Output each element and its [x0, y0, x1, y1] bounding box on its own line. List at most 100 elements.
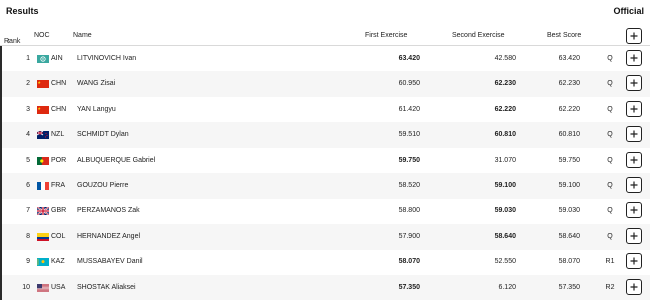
expand-row-button[interactable] [626, 151, 642, 168]
second-exercise-score: 31.070 [494, 156, 516, 164]
athlete-name[interactable]: WANG Zisai [77, 80, 115, 87]
plus-icon [630, 105, 638, 113]
qualification-status: Q [607, 207, 613, 215]
first-exercise-score: 58.070 [398, 258, 420, 266]
table-row[interactable]: 1 AIN LITVINOVICH Ivan 63.420 42.580 63.420 Q [0, 46, 650, 72]
noc-cell: GBR [51, 207, 67, 215]
athlete-name[interactable]: MUSSABAYEV Danil [77, 258, 143, 265]
plus-icon [630, 283, 638, 291]
row-marker [0, 249, 2, 276]
first-exercise-score: 61.420 [398, 105, 420, 113]
column-header-noc[interactable]: NOC [34, 32, 50, 39]
noc-cell: NZL [51, 131, 65, 139]
flag-fra-icon [37, 182, 49, 190]
row-marker [0, 223, 2, 250]
expand-row-button[interactable] [626, 177, 642, 193]
first-exercise-score: 57.350 [398, 283, 420, 291]
flag-chn-icon [37, 80, 49, 89]
best-score: 58.640 [558, 232, 580, 240]
athlete-name[interactable]: LITVINOVICH Ivan [77, 55, 136, 62]
noc-cell: KAZ [51, 258, 65, 266]
plus-icon [630, 232, 638, 240]
best-score: 62.220 [558, 105, 580, 113]
plus-icon [630, 130, 638, 138]
flag-usa-icon [37, 283, 49, 292]
arrow-up-icon[interactable]: ↑ [7, 38, 11, 45]
athlete-name[interactable]: HERNANDEZ Angel [77, 233, 140, 240]
plus-icon [630, 257, 638, 265]
table-row[interactable]: 9 KAZ MUSSABAYEV Danil 58.070 52.550 58.070 R1 [0, 249, 650, 276]
qualification-status: Q [607, 131, 613, 139]
athlete-name[interactable]: YAN Langyu [77, 106, 116, 113]
best-score: 59.750 [558, 156, 580, 164]
plus-icon [630, 79, 638, 87]
second-exercise-score: 60.810 [494, 131, 516, 139]
expand-all-button[interactable] [626, 28, 642, 44]
qualification-status: R2 [605, 283, 615, 291]
rank-cell: 3 [26, 105, 30, 113]
qualification-status: Q [607, 182, 613, 189]
athlete-name[interactable]: SCHMIDT Dylan [77, 131, 129, 138]
row-marker [0, 274, 2, 300]
table-row[interactable]: 2 CHN WANG Zisai 60.950 62.230 62.230 Q [0, 71, 650, 98]
rank-cell: 9 [26, 258, 30, 266]
flag-chn-icon [37, 105, 49, 114]
rank-cell: 4 [26, 131, 30, 139]
expand-row-button[interactable] [626, 50, 642, 66]
results-header-bar: Results Official [0, 0, 650, 22]
row-marker [0, 198, 2, 225]
table-row[interactable]: 6 FRA GOUZOU Pierre 58.520 59.100 59.100 Q [0, 173, 650, 199]
athlete-name[interactable]: SHOSTAK Aliaksei [77, 284, 136, 291]
table-row[interactable]: 4 NZL SCHMIDT Dylan 59.510 60.810 60.810 Q [0, 122, 650, 149]
status-label: Official [613, 6, 644, 16]
best-score: 58.070 [558, 258, 580, 266]
expand-row-button[interactable] [626, 227, 642, 244]
best-score: 59.030 [558, 207, 580, 215]
expand-row-button[interactable] [626, 253, 642, 270]
flag-gbr-icon [37, 207, 49, 216]
expand-row-button[interactable] [626, 75, 642, 92]
noc-cell: AIN [51, 55, 63, 62]
flag-col-icon [37, 232, 49, 241]
expand-row-button[interactable] [626, 100, 642, 117]
noc-cell: FRA [51, 182, 65, 189]
expand-row-button[interactable] [626, 126, 642, 143]
plus-icon [630, 32, 638, 40]
table-row[interactable]: 5 POR ALBUQUERQUE Gabriel 59.750 31.070 59.75… [0, 147, 650, 174]
table-row[interactable]: 3 CHN YAN Langyu 61.420 62.220 62.220 Q [0, 96, 650, 123]
first-exercise-score: 60.950 [398, 80, 420, 88]
first-exercise-score: 59.510 [398, 131, 420, 139]
flag-por-icon [37, 156, 49, 165]
first-exercise-score: 57.900 [398, 232, 420, 240]
second-exercise-score: 62.220 [494, 105, 516, 113]
expand-row-button[interactable] [626, 202, 642, 219]
second-exercise-score: 6.120 [498, 283, 516, 291]
row-marker [0, 173, 2, 199]
second-exercise-score: 59.030 [494, 207, 516, 215]
first-exercise-score: 59.750 [398, 156, 420, 164]
athlete-name[interactable]: PERZAMANOS Zak [77, 207, 140, 214]
rank-cell: 10 [22, 283, 30, 291]
column-header-first-exercise[interactable]: First Exercise [365, 32, 407, 39]
rank-cell: 1 [26, 55, 30, 62]
column-header-name[interactable]: Name [73, 32, 92, 39]
qualification-status: R1 [605, 258, 615, 266]
row-marker [0, 96, 2, 123]
rank-cell: 7 [26, 207, 30, 215]
rank-cell: 5 [26, 156, 30, 164]
column-header-second-exercise[interactable]: Second Exercise [452, 32, 505, 39]
qualification-status: Q [607, 105, 613, 113]
best-score: 62.230 [558, 80, 580, 88]
noc-cell: POR [51, 156, 67, 164]
flag-nzl-icon [37, 131, 49, 140]
table-row[interactable]: 7 GBR PERZAMANOS Zak 58.800 59.030 59.030 Q [0, 198, 650, 225]
table-row[interactable]: 8 COL HERNANDEZ Angel 57.900 58.640 58.640 Q [0, 223, 650, 250]
column-header-best-score[interactable]: Best Score [547, 32, 581, 39]
athlete-name[interactable]: GOUZOU Pierre [77, 182, 128, 189]
flag-ain-icon [37, 55, 49, 63]
athlete-name[interactable]: ALBUQUERQUE Gabriel [77, 157, 155, 164]
qualification-status: Q [607, 232, 613, 240]
table-row[interactable]: 10 USA SHOSTAK Aliaksei 57.350 6.120 57.350 R2 [0, 274, 650, 300]
noc-cell: CHN [51, 80, 67, 88]
expand-row-button[interactable] [626, 278, 642, 295]
